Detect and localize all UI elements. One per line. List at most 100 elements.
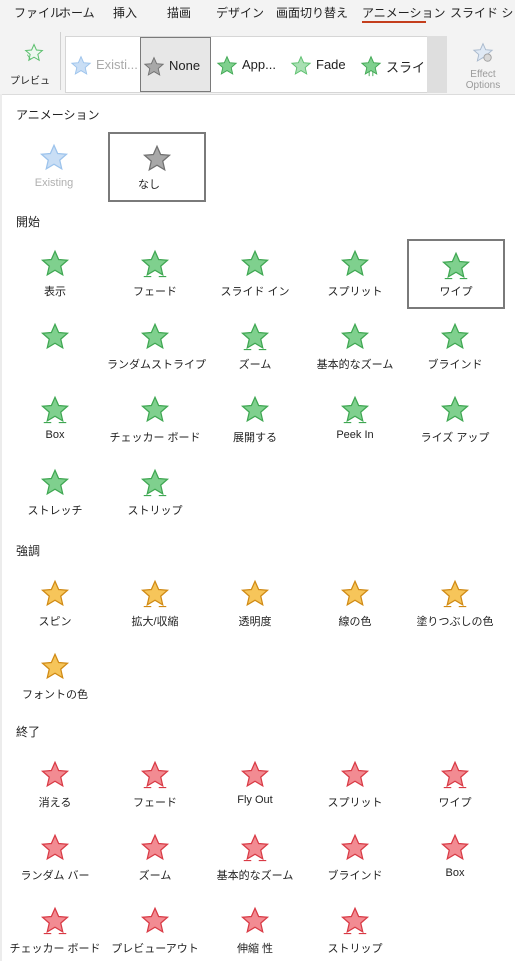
entrance-effect-item-6[interactable]: ランダムストライプ [107,312,206,380]
emphasis-effect-item-4[interactable]: 塗りつぶしの色 [407,569,503,637]
section-header-emphasis: 強調 [16,544,41,558]
entrance-effect-item-2[interactable]: スライド イン [207,239,303,307]
exit-effect-label: ズーム [138,870,172,882]
tab-home[interactable]: ホーム [59,4,95,21]
entrance-effect-item-11[interactable]: チェッカー ボード [107,385,203,453]
entrance-effect-item-7[interactable]: ズーム [207,312,303,380]
exit-effect-label: チェッカー ボード [9,943,101,955]
tab-slideshow[interactable]: スライド ショー [450,4,515,21]
gallery-item-label: None [169,58,201,73]
tab-insert[interactable]: 挿入 [113,4,137,21]
tab-file[interactable]: ファイル [14,4,62,21]
entrance-effect-label: ランダムストライプ [107,359,206,371]
gallery-item-none[interactable]: None [140,37,211,92]
animation-gallery: Existi... None App... Fade スライド イン [65,36,447,93]
active-tab-indicator [362,21,426,23]
exit-effect-label: 伸縮 性 [236,943,274,955]
exit-effect-item-8[interactable]: ブラインド [307,823,403,891]
entrance-effect-label: スプリット [327,286,383,298]
emphasis-effect-label: フォントの色 [22,689,88,701]
entrance-effect-label: 表示 [44,286,66,298]
ribbon-separator [60,32,61,90]
entrance-effect-label: ズーム [238,359,272,371]
entrance-effect-label: チェッカー ボード [109,432,201,444]
entrance-effect-item-8[interactable]: 基本的なズーム [307,312,403,380]
gallery-scrollbar[interactable] [427,36,447,93]
existing-star-icon [39,143,69,171]
tab-draw[interactable]: 描画 [167,4,191,21]
entrance-effect-item-3[interactable]: スプリット [307,239,403,307]
animation-none[interactable]: なし [108,132,206,202]
exit-effect-item-12[interactable]: 伸縮 性 [207,896,303,961]
exit-effect-label: フェード [133,797,177,809]
tab-transitions[interactable]: 画面切り替え [276,4,348,21]
entrance-effect-label: ワイプ [439,286,473,298]
emphasis-effect-item-3[interactable]: 線の色 [307,569,403,637]
effect-options-button[interactable]: Effect Options [458,42,508,102]
emphasis-effect-item-5[interactable]: フォントの色 [7,642,103,710]
section-header-entrance: 開始 [16,215,41,229]
entrance-effect-label: スライド イン [220,286,290,298]
gallery-item-label: Existi... [96,57,138,72]
exit-effect-item-1[interactable]: フェード [107,750,203,818]
entrance-effect-label: ライズ アップ [420,432,490,444]
exit-effect-item-10[interactable]: チェッカー ボード [7,896,103,961]
entrance-effect-box[interactable]: Box [7,385,103,453]
animation-dropdown-panel: アニメーション Existing なし 開始 表示 フェード スライド イン スプリッ… [2,94,515,961]
emphasis-effect-label: 線の色 [338,616,372,628]
entrance-effect-item-15[interactable]: ストレッチ [7,458,103,526]
exit-effect-item-0[interactable]: 消える [7,750,103,818]
ribbon: プレビュー Existi... None App... Fade スライド イン… [0,26,515,102]
exit-effect-label: ストリップ [327,943,383,955]
emphasis-effect-item-2[interactable]: 透明度 [207,569,303,637]
appear-star-icon [216,55,238,75]
entrance-effect-item-9[interactable]: ブラインド [407,312,503,380]
gallery-item-label: Fade [316,57,346,72]
entrance-effect-label: ストリップ [127,505,183,517]
exit-effect-label: ランダム バー [20,870,90,882]
exit-effect-label: スプリット [327,797,383,809]
entrance-effect-peek-in[interactable]: Peek In [307,385,403,453]
menu-tabs: ファイル ホーム 挿入 描画 デザイン 画面切り替え アニメーション スライド … [0,0,515,26]
exit-effect-item-6[interactable]: ズーム [107,823,203,891]
gallery-item-existing[interactable]: Existi... [68,37,140,92]
effect-options-label: Effect Options [465,69,501,91]
exit-effect-item-3[interactable]: スプリット [307,750,403,818]
slide-in-star-icon [360,55,382,77]
entrance-effect-item-4[interactable]: ワイプ [407,239,505,309]
entrance-effect-label: フェード [133,286,177,298]
entrance-effect-item-1[interactable]: フェード [107,239,203,307]
entrance-effect-item-5[interactable] [7,312,103,380]
tab-animations[interactable]: アニメーション [362,4,446,21]
section-header-exit: 終了 [16,725,41,739]
entrance-effect-item-12[interactable]: 展開する [207,385,303,453]
exit-effect-label: Fly Out [237,794,273,806]
exit-effect-fly-out[interactable]: Fly Out [207,750,303,818]
none-star-icon [143,56,165,76]
exit-effect-item-11[interactable]: プレビューアウト [107,896,203,961]
emphasis-effect-item-0[interactable]: スピン [7,569,103,637]
none-star-icon [142,144,172,172]
section-header-animation: アニメーション [16,108,100,122]
exit-effect-box[interactable]: Box [407,823,503,891]
animation-label: なし [138,179,160,191]
exit-effect-item-13[interactable]: ストリップ [307,896,403,961]
entrance-effect-item-16[interactable]: ストリップ [107,458,203,526]
entrance-effect-item-0[interactable]: 表示 [7,239,103,307]
entrance-effect-item-14[interactable]: ライズ アップ [407,385,503,453]
exit-effect-label: プレビューアウト [111,943,199,955]
exit-effect-item-5[interactable]: ランダム バー [7,823,103,891]
emphasis-effect-label: 塗りつぶしの色 [416,616,494,628]
exit-effect-item-7[interactable]: 基本的なズーム [207,823,303,891]
tab-design[interactable]: デザイン [216,4,264,21]
entrance-effect-label: ストレッチ [27,505,83,517]
gallery-item-appear[interactable]: App... [214,37,284,92]
emphasis-effect-item-1[interactable]: 拡大/収縮 [107,569,203,637]
entrance-effect-label: Box [45,429,65,441]
exit-effect-item-4[interactable]: ワイプ [407,750,503,818]
emphasis-effect-label: スピン [38,616,72,628]
entrance-effect-label: ブラインド [427,359,483,371]
gallery-item-label: App... [242,57,276,72]
gallery-item-fade[interactable]: Fade [288,37,354,92]
emphasis-effect-label: 拡大/収縮 [131,616,179,628]
